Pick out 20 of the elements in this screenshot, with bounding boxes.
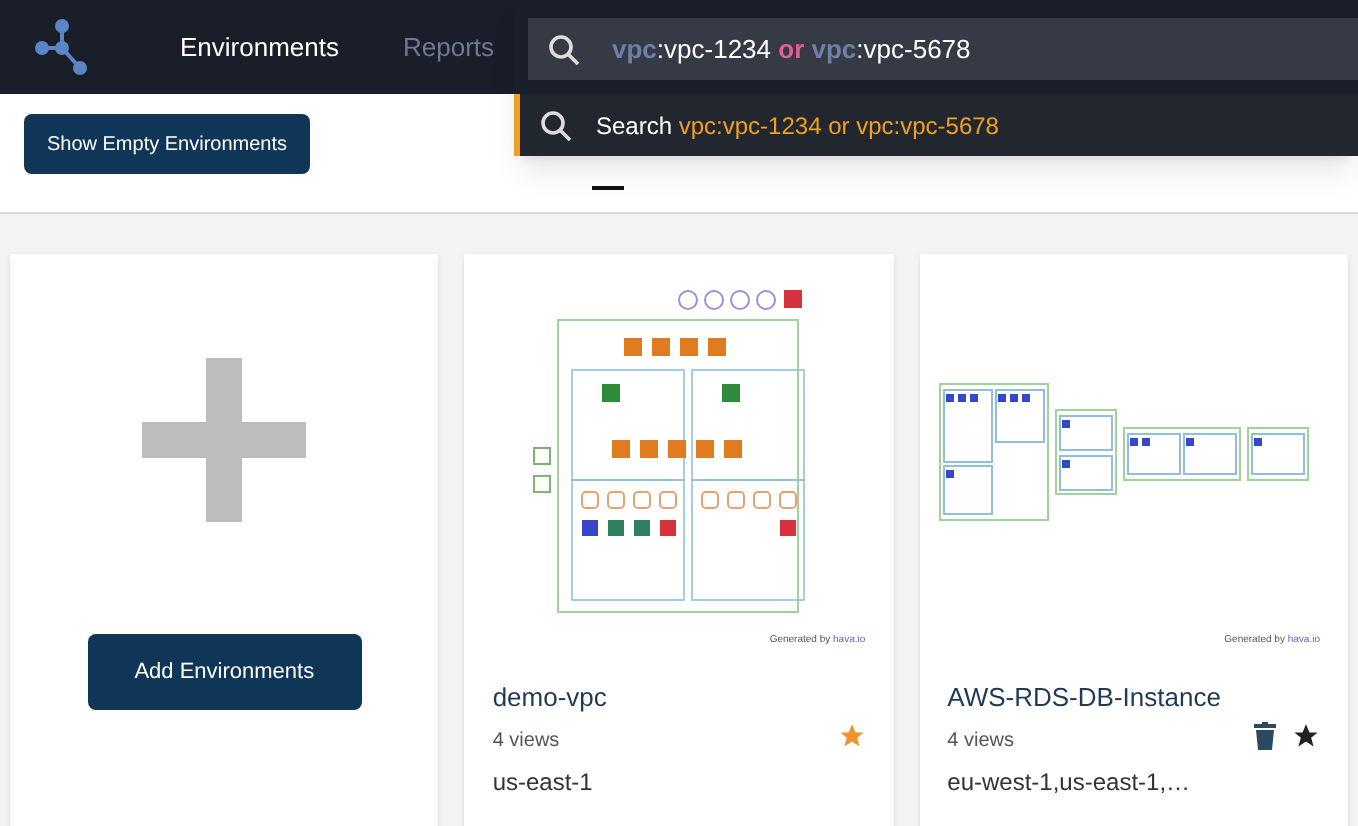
- star-icon[interactable]: [1291, 722, 1320, 750]
- add-environments-button[interactable]: Add Environments: [87, 634, 362, 710]
- trash-icon[interactable]: [1253, 722, 1276, 750]
- nav-link[interactable]: Environments: [180, 27, 339, 67]
- region-list: eu-west-1,us-east-1,…: [947, 763, 1320, 799]
- environment-name[interactable]: AWS-RDS-DB-Instance: [947, 678, 1320, 717]
- show-empty-environments-button[interactable]: Show Empty Environments: [24, 114, 310, 174]
- region-list: us-east-1: [492, 763, 866, 799]
- logo-icon[interactable]: [32, 17, 92, 77]
- search-icon: [540, 109, 572, 141]
- plus-icon: [142, 358, 307, 522]
- environment-name[interactable]: demo-vpc: [492, 678, 866, 717]
- search-query: vpc:vpc-1234 or vpc:vpc-5678: [612, 31, 971, 68]
- search-suggestion[interactable]: Search vpc:vpc-1234 or vpc:vpc-5678: [514, 94, 1358, 156]
- views-count: 4 views: [947, 727, 1015, 755]
- search-field[interactable]: vpc:vpc-1234 or vpc:vpc-5678: [528, 18, 1358, 80]
- nav-link[interactable]: Reports: [402, 27, 495, 67]
- views-count: 4 views: [492, 727, 560, 755]
- star-icon[interactable]: [837, 722, 866, 750]
- search-icon: [548, 33, 580, 65]
